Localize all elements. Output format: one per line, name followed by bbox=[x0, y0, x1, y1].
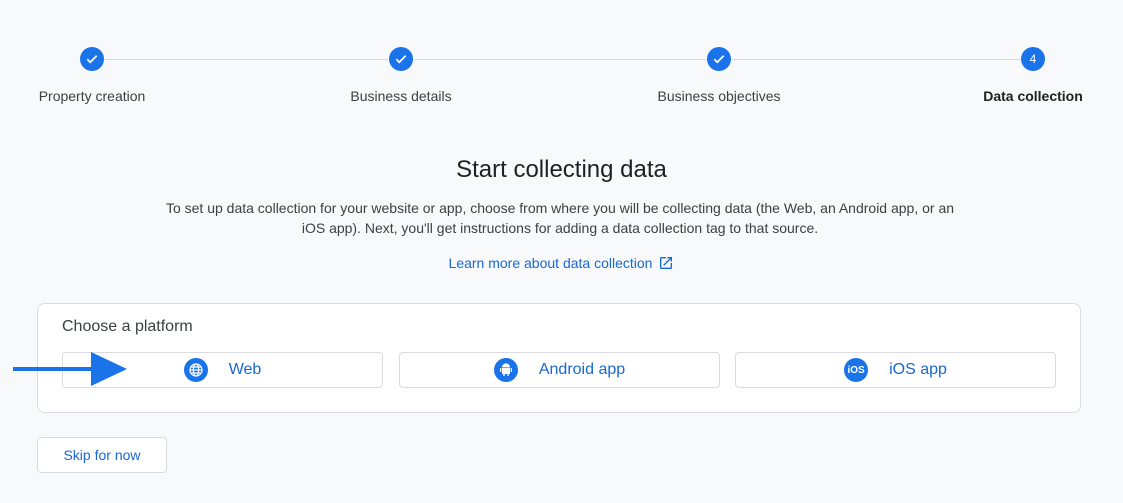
external-link-icon bbox=[658, 255, 674, 274]
ios-platform-label: iOS app bbox=[889, 361, 947, 378]
step-2-check-icon bbox=[389, 47, 413, 71]
ios-icon: iOS bbox=[844, 358, 869, 382]
step-label-business-objectives: Business objectives bbox=[657, 88, 781, 104]
platform-card: Choose a platform Web Android app iOS iO… bbox=[37, 303, 1081, 413]
learn-more-link[interactable]: Learn more about data collection bbox=[0, 255, 1123, 274]
platform-card-title: Choose a platform bbox=[62, 318, 193, 335]
step-4-number: 4 bbox=[1021, 47, 1045, 71]
stepper-connector bbox=[413, 59, 707, 60]
skip-for-now-label: Skip for now bbox=[63, 447, 141, 463]
arrow-right-icon bbox=[13, 352, 127, 386]
web-platform-label: Web bbox=[228, 361, 262, 378]
stepper-connector bbox=[104, 59, 388, 60]
ios-platform-button[interactable]: iOS iOS app bbox=[735, 352, 1056, 388]
page-title: Start collecting data bbox=[456, 156, 667, 183]
globe-icon bbox=[183, 358, 208, 382]
step-1-check-icon bbox=[80, 47, 104, 71]
step-3-check-icon bbox=[707, 47, 731, 71]
page-description: To set up data collection for your websi… bbox=[165, 200, 955, 236]
step-label-property-creation: Property creation bbox=[38, 88, 146, 104]
android-platform-button[interactable]: Android app bbox=[399, 352, 720, 388]
stepper-connector bbox=[731, 59, 1021, 60]
learn-more-label: Learn more about data collection bbox=[448, 255, 653, 271]
android-icon bbox=[493, 358, 518, 382]
skip-for-now-button[interactable]: Skip for now bbox=[37, 437, 167, 473]
setup-page: 4 Property creation Business details Bus… bbox=[0, 0, 1123, 503]
step-label-business-details: Business details bbox=[350, 88, 452, 104]
android-platform-label: Android app bbox=[538, 361, 626, 378]
step-label-data-collection: Data collection bbox=[983, 88, 1083, 104]
